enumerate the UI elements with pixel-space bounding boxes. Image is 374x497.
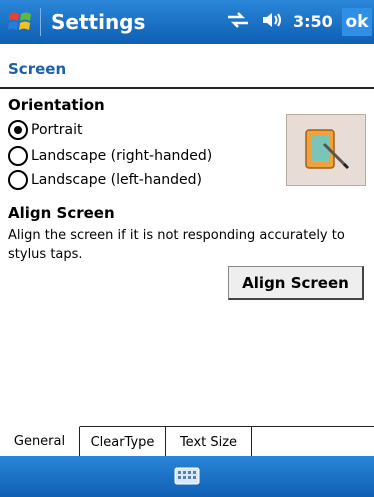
radio-button[interactable]: [8, 170, 28, 190]
radio-label: Landscape (right-handed): [31, 148, 213, 164]
radio-label: Portrait: [31, 122, 83, 138]
screen-orientation-icon: [286, 114, 366, 186]
align-screen-title: Align Screen: [8, 204, 115, 222]
tab-cleartype[interactable]: ClearType: [80, 427, 166, 457]
align-screen-description: Align the screen if it is not responding…: [8, 228, 345, 262]
tab-text-size[interactable]: Text Size: [166, 427, 252, 457]
status-area: [226, 0, 284, 44]
tab-bar: General ClearType Text Size: [0, 426, 374, 457]
clock[interactable]: 3:50: [293, 12, 333, 31]
radio-portrait[interactable]: Portrait: [8, 120, 82, 140]
radio-button[interactable]: [8, 120, 28, 140]
windows-start-icon[interactable]: [0, 0, 40, 44]
radio-button[interactable]: [8, 146, 28, 166]
align-screen-button[interactable]: Align Screen: [228, 266, 364, 300]
tab-general[interactable]: General: [0, 426, 80, 456]
title-bar: Settings 3:50 ok: [0, 0, 374, 44]
app-title: Settings: [40, 8, 145, 36]
volume-icon[interactable]: [260, 10, 284, 34]
radio-label: Landscape (left-handed): [31, 172, 203, 188]
radio-landscape-right[interactable]: Landscape (right-handed): [8, 146, 212, 166]
radio-landscape-left[interactable]: Landscape (left-handed): [8, 170, 202, 190]
connectivity-icon[interactable]: [226, 10, 250, 34]
orientation-title: Orientation: [8, 96, 105, 114]
keyboard-icon[interactable]: [174, 466, 200, 486]
ok-button[interactable]: ok: [342, 8, 372, 36]
menu-bar: [0, 456, 374, 497]
header-divider: [0, 87, 374, 89]
